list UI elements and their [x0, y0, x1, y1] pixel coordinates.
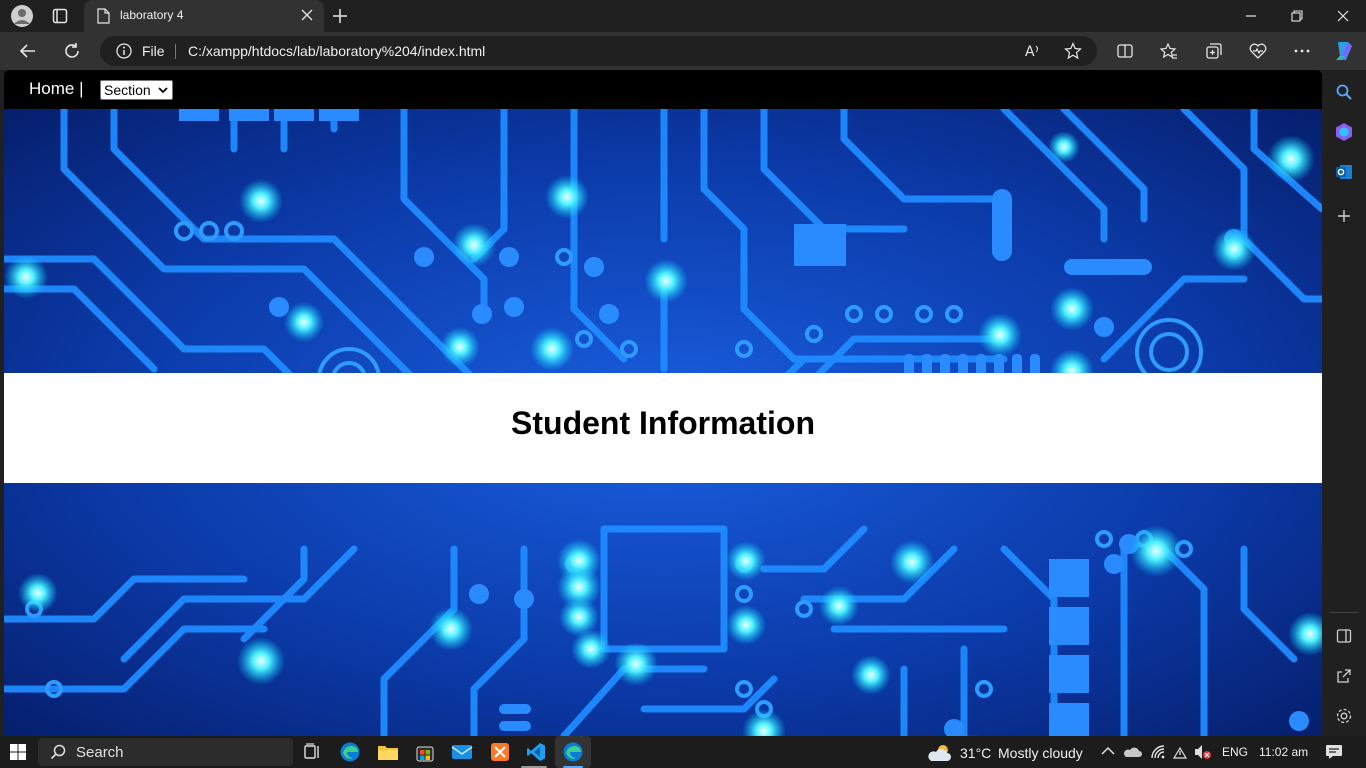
xampp-icon[interactable]: [488, 740, 512, 764]
chevron-down-icon: [158, 83, 168, 97]
weather-cloudy-icon[interactable]: [927, 743, 953, 763]
taskbar-search[interactable]: Search: [38, 738, 293, 766]
web-page: Home | Section Student Information: [4, 70, 1322, 736]
tab-title: laboratory 4: [120, 8, 184, 22]
heading-banner: Student Information: [4, 373, 1322, 483]
close-window-icon[interactable]: [1320, 0, 1366, 32]
minimize-icon[interactable]: [1228, 0, 1274, 32]
windows-start-icon[interactable]: [6, 740, 30, 764]
info-icon[interactable]: [116, 43, 132, 59]
wifi-icon[interactable]: [1150, 744, 1166, 760]
favorite-star-icon[interactable]: [1064, 42, 1082, 60]
onedrive-icon[interactable]: [1124, 745, 1142, 759]
browser-essentials-icon[interactable]: [1244, 37, 1272, 65]
search-label: Search: [76, 744, 124, 761]
file-explorer-icon[interactable]: [376, 740, 400, 764]
vscode-icon[interactable]: [524, 740, 548, 764]
svg-text:A: A: [1025, 44, 1035, 60]
weather-description: Mostly cloudy: [998, 745, 1083, 761]
refresh-icon[interactable]: [58, 37, 86, 65]
tab-actions-icon[interactable]: [48, 4, 72, 28]
section-select[interactable]: Section: [100, 80, 173, 100]
copilot-icon[interactable]: [1330, 37, 1358, 65]
external-link-icon[interactable]: [1330, 662, 1358, 690]
add-sidebar-app-icon[interactable]: [1330, 202, 1358, 230]
section-select-value: Section: [104, 82, 151, 98]
tab-laboratory-4[interactable]: laboratory 4: [84, 0, 324, 32]
back-icon[interactable]: [14, 37, 42, 65]
profile-icon[interactable]: [10, 4, 34, 28]
notifications-icon[interactable]: [1325, 744, 1343, 760]
clock-time[interactable]: 11:02 am: [1259, 745, 1308, 759]
weather-temperature: 31°C: [960, 745, 992, 761]
collections-icon[interactable]: [1200, 37, 1228, 65]
volume-muted-icon[interactable]: [1194, 744, 1212, 760]
search-magnifier-icon: [50, 744, 66, 760]
read-aloud-icon[interactable]: A: [1024, 42, 1042, 60]
browser-toolbar: File C:/xampp/htdocs/lab/laboratory%204/…: [0, 32, 1366, 70]
windows-taskbar: Search 31°C Mostly cloudy ENG 11:02 am: [0, 736, 1366, 768]
outlook-icon[interactable]: [1330, 158, 1358, 186]
settings-gear-icon[interactable]: [1330, 702, 1358, 730]
new-tab-icon[interactable]: [328, 4, 352, 28]
search-icon[interactable]: [1330, 78, 1358, 106]
close-tab-icon[interactable]: [301, 9, 313, 21]
mail-icon[interactable]: [450, 740, 474, 764]
page-icon: [96, 8, 110, 24]
page-title: Student Information: [511, 405, 815, 441]
copilot-sidebar-icon[interactable]: [1330, 118, 1358, 146]
favorites-icon[interactable]: [1155, 37, 1183, 65]
edge-sidebar: [1322, 70, 1366, 736]
sidebar-divider: [1330, 612, 1358, 613]
address-bar[interactable]: File C:/xampp/htdocs/lab/laboratory%204/…: [100, 36, 1097, 66]
address-divider: [175, 44, 176, 59]
restore-icon[interactable]: [1274, 0, 1320, 32]
more-menu-icon[interactable]: [1288, 37, 1316, 65]
store-icon[interactable]: [413, 740, 437, 764]
language-indicator[interactable]: ENG: [1222, 745, 1248, 759]
show-hidden-icons-icon[interactable]: [1101, 746, 1115, 756]
home-link[interactable]: Home |: [29, 79, 84, 99]
edge-taskbar-icon[interactable]: [338, 740, 362, 764]
edge-active-window-icon[interactable]: [561, 740, 585, 764]
site-nav: Home | Section: [4, 70, 1322, 109]
task-view-icon[interactable]: [300, 740, 324, 764]
hide-sidebar-icon[interactable]: [1330, 622, 1358, 650]
address-prefix: File: [142, 43, 165, 59]
title-bar: laboratory 4: [0, 0, 1366, 32]
split-screen-icon[interactable]: [1111, 37, 1139, 65]
network-status-icon[interactable]: [1172, 744, 1188, 760]
url-text[interactable]: C:/xampp/htdocs/lab/laboratory%204/index…: [188, 43, 485, 59]
